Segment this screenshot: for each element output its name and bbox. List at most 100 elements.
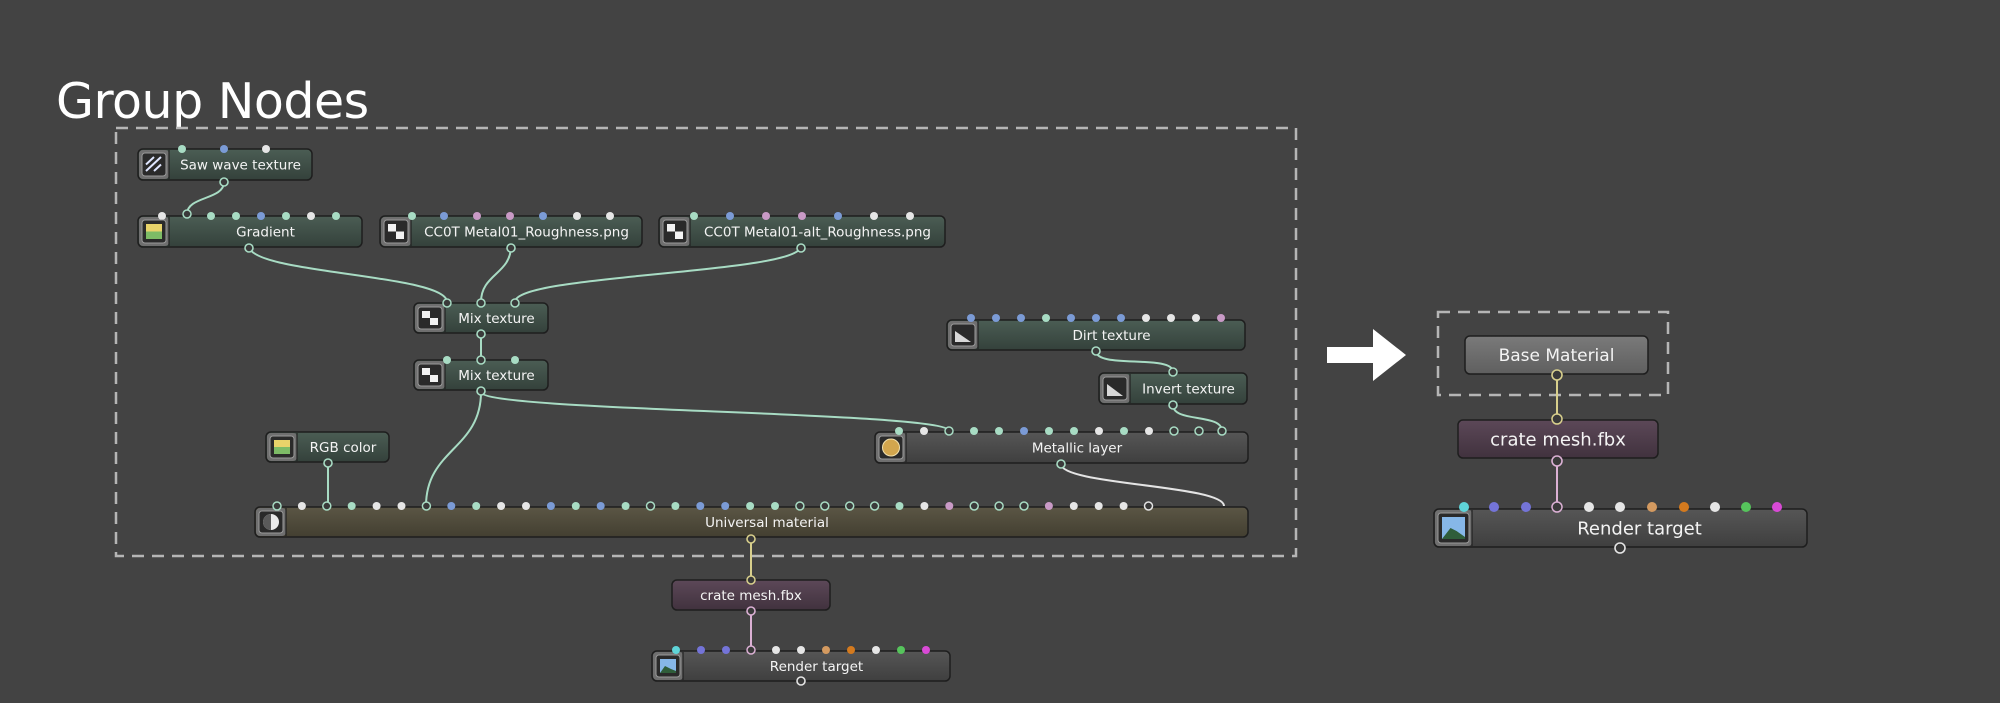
input-pin[interactable]	[1020, 427, 1028, 435]
input-pin[interactable]	[297, 502, 306, 510]
render-target-node-collapsed[interactable]: Render target	[1433, 501, 1808, 554]
input-pin[interactable]	[1741, 502, 1751, 512]
dirt-texture-node[interactable]: Dirt texture	[946, 314, 1246, 356]
input-pin[interactable]	[945, 502, 954, 510]
output-pin[interactable]	[506, 243, 516, 253]
input-pin[interactable]	[847, 646, 855, 654]
output-pin[interactable]	[746, 534, 756, 544]
input-pin[interactable]	[672, 646, 680, 654]
input-pin[interactable]	[546, 502, 555, 510]
input-pin[interactable]	[995, 427, 1003, 435]
input-pin[interactable]	[1044, 502, 1053, 510]
input-pin[interactable]	[869, 501, 880, 511]
input-pin[interactable]	[282, 212, 290, 220]
input-pin[interactable]	[442, 298, 452, 308]
input-pin[interactable]	[1459, 502, 1469, 512]
input-pin[interactable]	[178, 145, 186, 153]
output-pin[interactable]	[244, 243, 254, 253]
input-pin[interactable]	[421, 501, 432, 511]
input-pin[interactable]	[746, 575, 756, 585]
output-pin[interactable]	[746, 606, 756, 616]
input-pin[interactable]	[944, 426, 954, 436]
input-pin[interactable]	[476, 298, 486, 308]
input-pin[interactable]	[232, 212, 240, 220]
output-pin[interactable]	[1056, 459, 1066, 469]
input-pin[interactable]	[746, 502, 755, 510]
input-pin[interactable]	[844, 501, 855, 511]
input-pin[interactable]	[1584, 502, 1594, 512]
input-pin[interactable]	[872, 646, 880, 654]
input-pin[interactable]	[1142, 314, 1150, 322]
input-pin[interactable]	[440, 212, 448, 220]
input-pin[interactable]	[696, 502, 705, 510]
input-pin[interactable]	[506, 212, 514, 220]
input-pin[interactable]	[1119, 502, 1128, 510]
input-pin[interactable]	[220, 145, 228, 153]
input-pin[interactable]	[1217, 314, 1225, 322]
input-pin[interactable]	[969, 501, 979, 511]
input-pin[interactable]	[1521, 502, 1531, 512]
output-pin[interactable]	[1168, 400, 1178, 410]
input-pin[interactable]	[571, 502, 580, 510]
input-pin[interactable]	[920, 502, 929, 510]
input-pin[interactable]	[771, 502, 779, 510]
output-pin[interactable]	[323, 458, 333, 468]
input-pin[interactable]	[1069, 502, 1078, 510]
input-pin[interactable]	[447, 502, 456, 510]
input-pin[interactable]	[795, 501, 805, 511]
input-pin[interactable]	[746, 645, 756, 655]
input-pin[interactable]	[726, 212, 734, 220]
output-pin[interactable]	[796, 676, 806, 686]
input-pin[interactable]	[272, 501, 282, 511]
input-pin[interactable]	[671, 502, 680, 510]
input-pin[interactable]	[1168, 367, 1178, 377]
render-target-node[interactable]: Render target	[651, 645, 951, 686]
crate-mesh-node-collapsed[interactable]: crate mesh.fbx	[1457, 413, 1659, 467]
input-pin[interactable]	[397, 502, 406, 510]
input-pin[interactable]	[1194, 426, 1204, 436]
input-pin[interactable]	[1217, 426, 1227, 436]
input-pin[interactable]	[621, 502, 630, 510]
output-pin[interactable]	[1614, 542, 1626, 554]
roughness-texture-node[interactable]: CC0T Metal01_Roughness.png	[379, 212, 643, 253]
input-pin[interactable]	[820, 501, 830, 511]
input-pin[interactable]	[645, 501, 656, 511]
input-pin[interactable]	[1145, 427, 1153, 435]
input-pin[interactable]	[372, 502, 381, 510]
input-pin[interactable]	[1067, 314, 1075, 322]
input-pin[interactable]	[472, 502, 481, 510]
input-pin[interactable]	[596, 502, 605, 510]
input-pin[interactable]	[207, 212, 215, 220]
node-graph-canvas[interactable]: Saw wave texture Gradient CC0T Metal01_Rou…	[0, 0, 2000, 703]
base-material-node[interactable]: Base Material	[1464, 335, 1649, 381]
input-pin[interactable]	[539, 212, 547, 220]
input-pin[interactable]	[262, 145, 270, 153]
input-pin[interactable]	[970, 427, 978, 435]
input-pin[interactable]	[443, 356, 451, 364]
input-pin[interactable]	[158, 212, 166, 220]
input-pin[interactable]	[347, 502, 356, 510]
input-pin[interactable]	[473, 212, 481, 220]
input-pin[interactable]	[834, 212, 842, 220]
input-pin[interactable]	[510, 298, 520, 308]
input-pin[interactable]	[1551, 501, 1563, 513]
input-pin[interactable]	[897, 646, 905, 654]
input-pin[interactable]	[1092, 314, 1100, 322]
input-pin[interactable]	[797, 646, 805, 654]
input-pin[interactable]	[1143, 501, 1154, 511]
input-pin[interactable]	[798, 212, 806, 220]
input-pin[interactable]	[1615, 502, 1625, 512]
input-pin[interactable]	[522, 502, 530, 510]
input-pin[interactable]	[322, 501, 332, 511]
input-pin[interactable]	[1772, 502, 1782, 512]
input-pin[interactable]	[606, 212, 614, 220]
input-pin[interactable]	[182, 209, 192, 219]
input-pin[interactable]	[994, 501, 1004, 511]
output-pin[interactable]	[1091, 346, 1101, 356]
crate-mesh-node[interactable]: crate mesh.fbx	[671, 575, 831, 616]
input-pin[interactable]	[822, 646, 830, 654]
output-pin[interactable]	[476, 329, 486, 339]
output-pin[interactable]	[1551, 455, 1563, 467]
input-pin[interactable]	[257, 212, 265, 220]
input-pin[interactable]	[1169, 426, 1179, 436]
